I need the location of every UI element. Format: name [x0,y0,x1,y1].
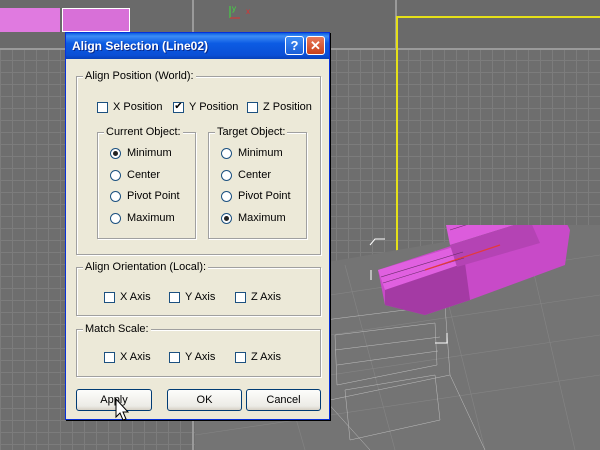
target-center-radio[interactable]: Center [221,169,271,181]
scale-y-label: Y Axis [185,351,216,363]
current-center-dot[interactable] [110,169,121,181]
scale-y-checkbox[interactable]: Y Axis [169,351,215,363]
dialog-titlebar[interactable]: Align Selection (Line02) ? ✕ [66,33,329,59]
z-position-label: Z Position [263,101,312,113]
target-minimum-radio[interactable]: Minimum [221,147,283,159]
target-maximum-dot[interactable] [221,212,232,224]
align-position-group: Align Position (World): X Position ✔ Y P… [76,70,321,255]
dialog-content: Align Position (World): X Position ✔ Y P… [66,59,329,419]
z-position-box[interactable] [247,101,258,113]
match-scale-label: Match Scale: [83,323,151,335]
help-icon: ? [290,38,299,53]
orient-z-box[interactable] [235,291,246,303]
align-orientation-label: Align Orientation (Local): [83,261,209,273]
y-position-label: Y Position [189,101,239,113]
axis-gizmo-icon: y x [229,4,250,19]
x-position-box[interactable] [97,101,108,113]
align-orientation-group: Align Orientation (Local): X Axis Y Axis… [76,261,321,316]
current-pivot-label: Pivot Point [127,190,180,202]
current-minimum-radio[interactable]: Minimum [110,147,172,159]
axis-x-label: x [246,7,250,16]
target-pivot-dot[interactable] [221,190,232,202]
mouse-cursor-icon [115,398,129,421]
orient-y-box[interactable] [169,291,180,303]
x-position-label: X Position [113,101,163,113]
target-maximum-radio[interactable]: Maximum [221,212,286,224]
viewport-object-pink[interactable] [0,8,60,32]
x-position-checkbox[interactable]: X Position [97,101,163,113]
cancel-button-label: Cancel [266,394,301,406]
target-minimum-label: Minimum [238,147,283,159]
ok-button-label: OK [196,394,213,406]
scale-z-box[interactable] [235,351,246,363]
target-object-label: Target Object: [215,126,288,138]
align-position-label: Align Position (World): [83,70,196,82]
axis-y-label: y [232,4,236,13]
current-center-radio[interactable]: Center [110,169,160,181]
current-minimum-label: Minimum [127,147,172,159]
target-center-label: Center [238,169,272,181]
target-minimum-dot[interactable] [221,147,232,159]
scale-x-checkbox[interactable]: X Axis [104,351,151,363]
target-maximum-label: Maximum [238,212,286,224]
current-maximum-label: Maximum [127,212,175,224]
z-position-checkbox[interactable]: Z Position [247,101,312,113]
match-scale-group: Match Scale: X Axis Y Axis Z Axis [76,323,321,377]
current-center-label: Center [127,169,161,181]
viewport-object-pink-selected[interactable] [62,8,130,32]
current-object-label: Current Object: [104,126,183,138]
close-button[interactable]: ✕ [306,36,325,55]
target-center-dot[interactable] [221,169,232,181]
ok-button[interactable]: OK [167,389,242,411]
orient-z-checkbox[interactable]: Z Axis [235,291,281,303]
scale-x-box[interactable] [104,351,115,363]
help-button[interactable]: ? [285,36,304,55]
current-maximum-radio[interactable]: Maximum [110,212,175,224]
dialog-title: Align Selection (Line02) [72,39,209,53]
cancel-button[interactable]: Cancel [246,389,321,411]
current-object-group: Current Object: Minimum Center Pivot Poi… [97,126,196,239]
orient-x-label: X Axis [120,291,151,303]
orient-y-label: Y Axis [185,291,216,303]
scale-x-label: X Axis [120,351,151,363]
current-pivot-dot[interactable] [110,190,121,202]
y-position-checkbox[interactable]: ✔ Y Position [173,101,238,113]
scale-z-checkbox[interactable]: Z Axis [235,351,281,363]
orient-z-label: Z Axis [251,291,281,303]
target-pivot-label: Pivot Point [238,190,291,202]
target-pivot-radio[interactable]: Pivot Point [221,190,291,202]
orient-x-checkbox[interactable]: X Axis [104,291,151,303]
apply-button[interactable]: Apply [76,389,152,411]
scale-y-box[interactable] [169,351,180,363]
scale-z-label: Z Axis [251,351,281,363]
align-selection-dialog: Align Selection (Line02) ? ✕ Align Posit… [65,32,330,420]
close-icon: ✕ [310,37,321,53]
target-object-group: Target Object: Minimum Center Pivot Poin… [208,126,307,239]
current-maximum-dot[interactable] [110,212,121,224]
orient-y-checkbox[interactable]: Y Axis [169,291,215,303]
orient-x-box[interactable] [104,291,115,303]
current-pivot-radio[interactable]: Pivot Point [110,190,180,202]
current-minimum-dot[interactable] [110,147,121,159]
y-position-box[interactable]: ✔ [173,101,184,113]
